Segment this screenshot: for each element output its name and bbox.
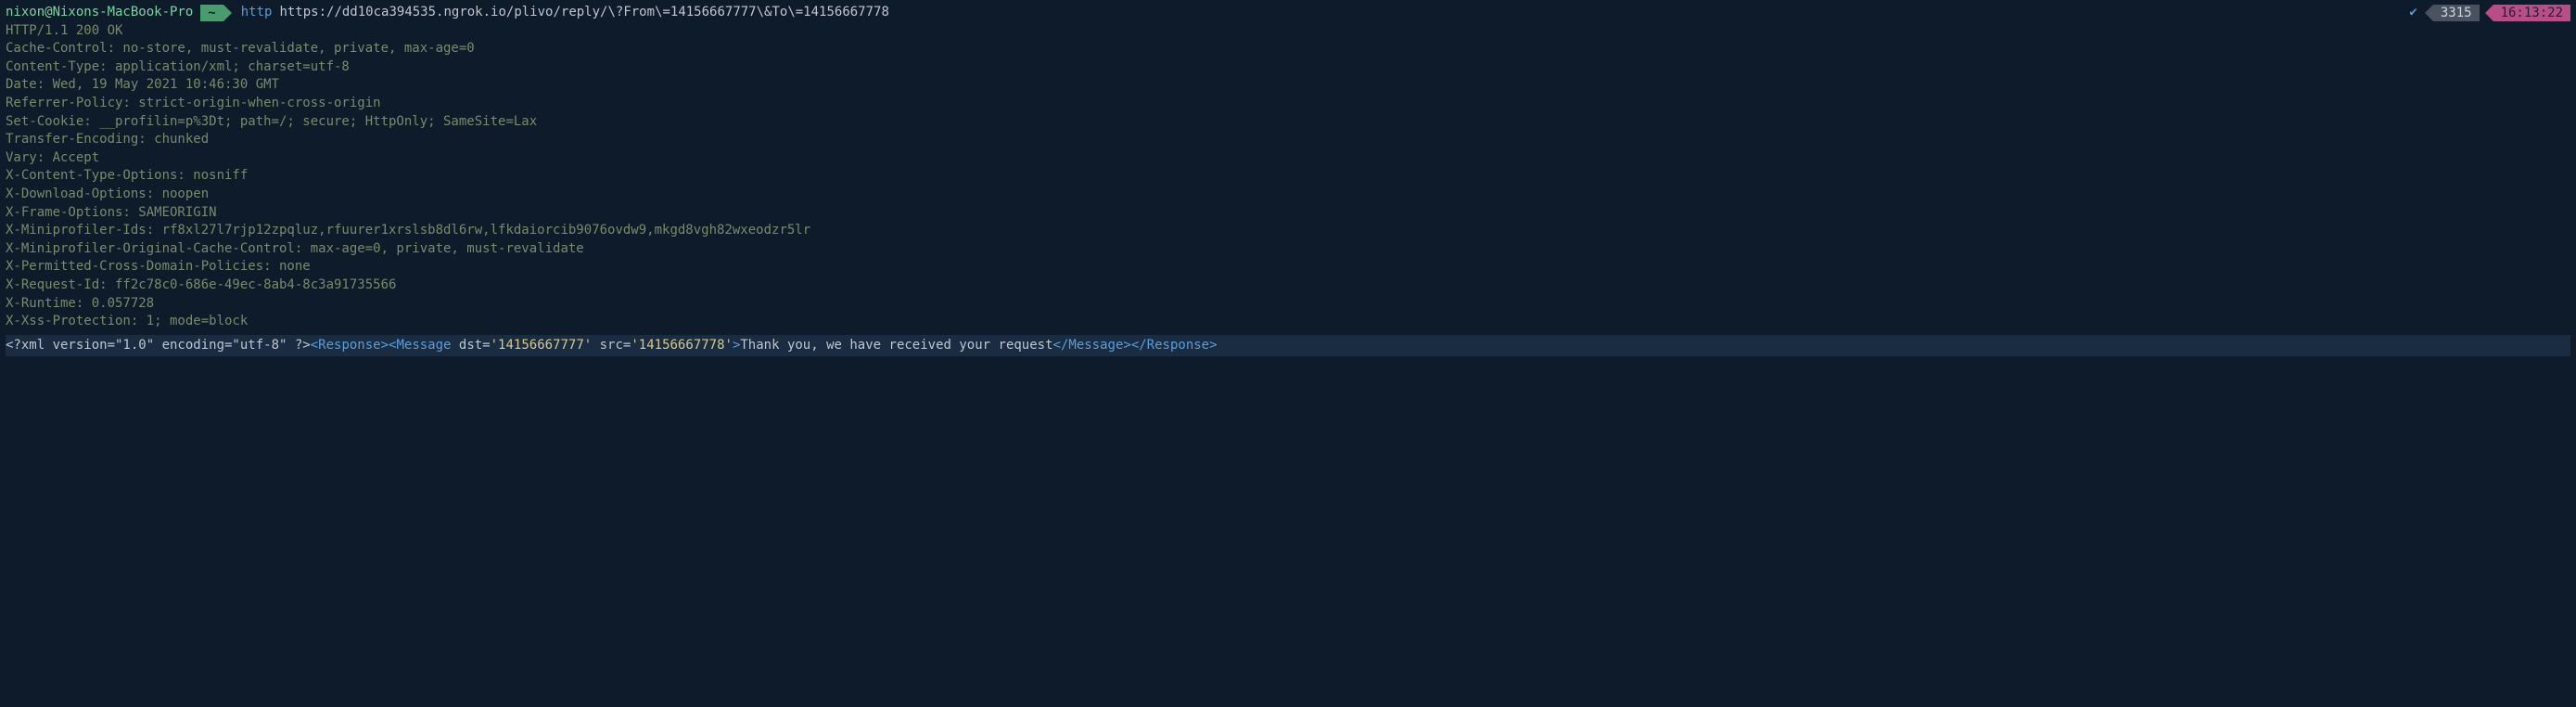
header-line: X-Download-Options: noopen (6, 186, 2570, 204)
xml-value: '14156667778' (631, 338, 733, 353)
time-badge: 16:13:22 (2485, 5, 2570, 21)
prompt-left: nixon@Nixons-MacBook-Pro ~ http https://… (6, 4, 2409, 22)
time-value: 16:13:22 (2493, 5, 2570, 21)
xml-tag: <Response> (311, 338, 389, 353)
header-line: X-Request-Id: ff2c78c0-686e-49ec-8ab4-8c… (6, 276, 2570, 295)
badge-tip-icon (2425, 5, 2433, 21)
status-line: HTTP/1.1 200 OK (6, 22, 2570, 41)
session-id: 3315 (2433, 5, 2480, 21)
xml-tag: </Message> (1053, 338, 1131, 353)
header-line: X-Permitted-Cross-Domain-Policies: none (6, 258, 2570, 276)
header-line: X-Xss-Protection: 1; mode=block (6, 313, 2570, 331)
cwd-segment: ~ (200, 5, 231, 21)
header-line: Transfer-Encoding: chunked (6, 131, 2570, 149)
header-line: Date: Wed, 19 May 2021 10:46:30 GMT (6, 76, 2570, 95)
cwd-label: ~ (200, 5, 223, 21)
command-url: https://dd10ca394535.ngrok.io/plivo/repl… (279, 4, 888, 22)
header-line: X-Miniprofiler-Original-Cache-Control: m… (6, 240, 2570, 259)
header-line: Cache-Control: no-store, must-revalidate… (6, 40, 2570, 58)
header-line: Referrer-Policy: strict-origin-when-cros… (6, 95, 2570, 113)
session-badge: 3315 (2425, 5, 2480, 21)
header-line: X-Runtime: 0.057728 (6, 295, 2570, 314)
badge-tip-icon (2485, 5, 2493, 21)
prompt-right: ✔ 3315 16:13:22 (2409, 4, 2570, 22)
header-line: X-Content-Type-Options: nosniff (6, 167, 2570, 186)
response-headers: HTTP/1.1 200 OK Cache-Control: no-store,… (6, 22, 2570, 331)
header-line: Content-Type: application/xml; charset=u… (6, 58, 2570, 77)
xml-attr: dst= (451, 338, 490, 353)
prompt-line[interactable]: nixon@Nixons-MacBook-Pro ~ http https://… (6, 4, 2570, 22)
xml-text: Thank you, we have received your request (740, 338, 1052, 353)
header-line: Set-Cookie: __profilin=p%3Dt; path=/; se… (6, 113, 2570, 132)
header-line: X-Miniprofiler-Ids: rf8xl27l7rjp12zpqluz… (6, 222, 2570, 240)
xml-value: '14156667777' (491, 338, 593, 353)
user-host: nixon@Nixons-MacBook-Pro (6, 4, 193, 22)
header-line: Vary: Accept (6, 149, 2570, 168)
arrow-icon (223, 5, 232, 21)
response-body: <?xml version="1.0" encoding="utf-8" ?><… (6, 335, 2570, 357)
check-icon: ✔ (2409, 4, 2417, 22)
command-name: http (241, 4, 273, 22)
xml-attr: src= (592, 338, 631, 353)
xml-tag: </Response> (1131, 338, 1218, 353)
xml-declaration: <?xml version="1.0" encoding="utf-8" ?> (6, 338, 311, 353)
header-line: X-Frame-Options: SAMEORIGIN (6, 204, 2570, 223)
xml-tag: <Message (389, 338, 451, 353)
